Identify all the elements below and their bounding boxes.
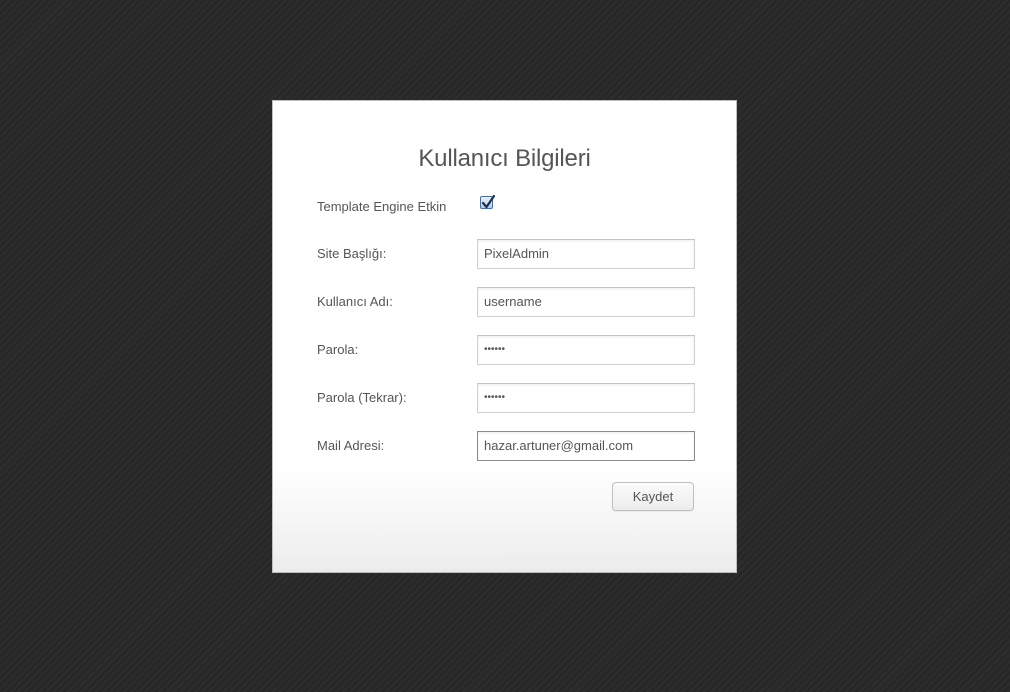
page-title: Kullanıcı Bilgileri bbox=[418, 145, 591, 172]
template-engine-checkbox[interactable] bbox=[480, 194, 496, 209]
checkmark-icon bbox=[481, 194, 496, 209]
template-engine-row: Template Engine Etkin bbox=[317, 194, 695, 225]
password-label: Parola: bbox=[317, 342, 359, 357]
password-repeat-field[interactable]: •••••• bbox=[477, 383, 695, 413]
template-engine-label: Template Engine Etkin bbox=[317, 199, 447, 214]
email-field[interactable]: hazar.artuner@gmail.com bbox=[477, 431, 695, 461]
email-row: Mail Adresi: hazar.artuner@gmail.com bbox=[317, 431, 695, 461]
site-title-field[interactable]: PixelAdmin bbox=[477, 239, 695, 269]
username-field[interactable]: username bbox=[477, 287, 695, 317]
password-row: Parola: •••••• bbox=[317, 335, 695, 365]
password-repeat-row: Parola (Tekrar): •••••• bbox=[317, 383, 695, 413]
password-field[interactable]: •••••• bbox=[477, 335, 695, 365]
site-title-row: Site Başlığı: PixelAdmin bbox=[317, 239, 695, 269]
user-info-panel: Kullanıcı Bilgileri Template Engine Etki… bbox=[272, 100, 737, 573]
username-label: Kullanıcı Adı: bbox=[317, 294, 393, 309]
site-title-label: Site Başlığı: bbox=[317, 246, 387, 261]
save-button[interactable]: Kaydet bbox=[612, 482, 694, 511]
password-repeat-label: Parola (Tekrar): bbox=[317, 390, 407, 405]
username-row: Kullanıcı Adı: username bbox=[317, 287, 695, 317]
email-label: Mail Adresi: bbox=[317, 438, 385, 453]
